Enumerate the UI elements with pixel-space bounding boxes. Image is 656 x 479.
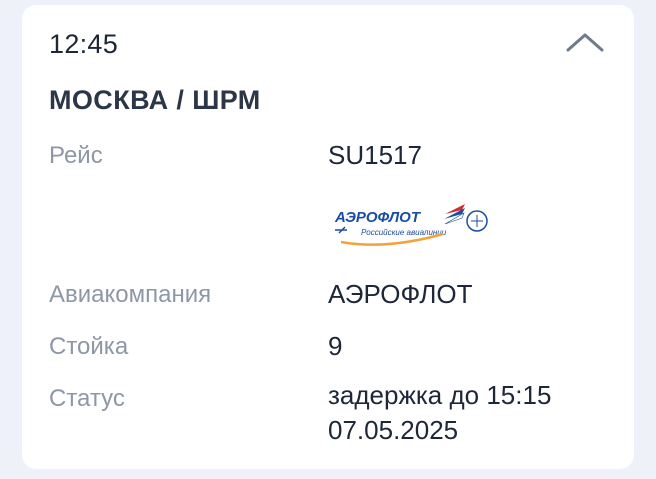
flight-card: 12:45 МОСКВА / ШРМ Рейс SU1517 АЭРОФЛОТ … (22, 5, 634, 469)
route-title: МОСКВА / ШРМ (49, 85, 261, 115)
departure-time: 12:45 (49, 29, 119, 59)
airline-label: Авиакомпания (49, 281, 212, 308)
counter-value: 9 (328, 331, 343, 361)
chevron-up-icon[interactable] (565, 29, 605, 55)
aeroflot-logo-icon: АЭРОФЛОТ Российские авиалинии (334, 204, 488, 246)
airline-value: АЭРОФЛОТ (328, 279, 473, 309)
counter-label: Стойка (49, 333, 129, 360)
status-value: задержка до 15:15 07.05.2025 (328, 380, 552, 445)
logo-wordmark: АЭРОФЛОТ (334, 209, 422, 226)
flight-label: Рейс (49, 142, 103, 169)
status-label: Статус (49, 385, 125, 412)
flight-number: SU1517 (328, 140, 422, 170)
